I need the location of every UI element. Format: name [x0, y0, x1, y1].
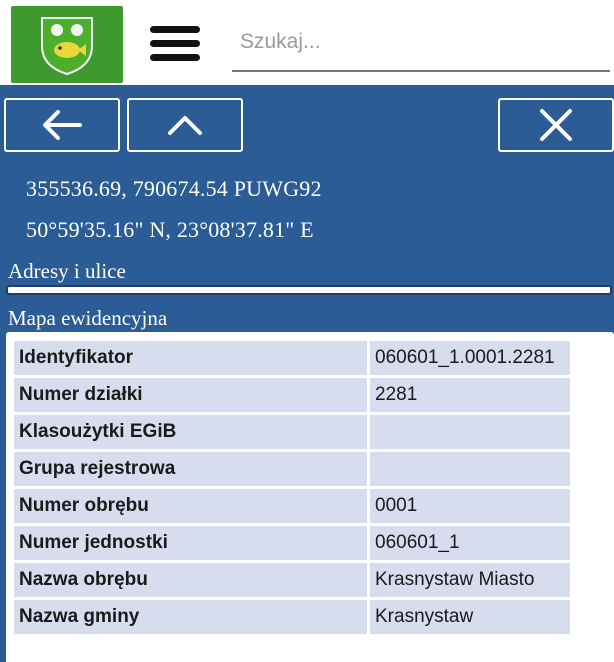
row-value — [370, 415, 570, 449]
row-label: Nazwa obrębu — [14, 563, 367, 597]
table-row: Numer działki 2281 — [14, 378, 570, 412]
table-row: Identyfikator 060601_1.0001.2281 — [14, 341, 570, 375]
row-value: 0001 — [370, 489, 570, 523]
arrow-left-icon — [43, 110, 82, 140]
row-label: Identyfikator — [14, 341, 367, 375]
row-value — [370, 452, 570, 486]
back-button[interactable] — [4, 98, 120, 152]
row-label: Numer jednostki — [14, 526, 367, 560]
addresses-panel — [6, 285, 612, 295]
row-value: 2281 — [370, 378, 570, 412]
top-bar — [0, 0, 614, 88]
row-label: Klasoużytki EGiB — [14, 415, 367, 449]
table-row: Numer obrębu 0001 — [14, 489, 570, 523]
row-value: Krasnystaw — [370, 600, 570, 634]
row-value: 060601_1 — [370, 526, 570, 560]
row-label: Grupa rejestrowa — [14, 452, 367, 486]
hamburger-icon[interactable] — [150, 26, 200, 62]
section-addresses[interactable]: Adresy i ulice — [8, 259, 126, 284]
table-row: Numer jednostki 060601_1 — [14, 526, 570, 560]
table-row: Grupa rejestrowa — [14, 452, 570, 486]
parcel-info-panel: Identyfikator 060601_1.0001.2281 Numer d… — [6, 332, 614, 662]
coordinates-puwg: 355536.69, 790674.54 PUWG92 — [26, 176, 322, 201]
row-label: Numer obrębu — [14, 489, 367, 523]
table-row: Klasoużytki EGiB — [14, 415, 570, 449]
row-value: 060601_1.0001.2281 — [370, 341, 570, 375]
close-icon — [540, 109, 572, 141]
table-row: Nazwa gminy Krasnystaw — [14, 600, 570, 634]
coordinates-geo: 50°59'35.16" N, 23°08'37.81" E — [26, 217, 314, 242]
row-label: Numer działki — [14, 378, 367, 412]
section-map[interactable]: Mapa ewidencyjna — [8, 306, 167, 331]
chevron-up-icon — [168, 116, 202, 135]
table-row: Nazwa obrębu Krasnystaw Miasto — [14, 563, 570, 597]
up-button[interactable] — [127, 98, 243, 152]
row-label: Nazwa gminy — [14, 600, 367, 634]
row-value: Krasnystaw Miasto — [370, 563, 570, 597]
search-input[interactable] — [232, 14, 610, 72]
close-button[interactable] — [498, 98, 614, 152]
coat-of-arms-icon[interactable] — [11, 6, 123, 83]
parcel-table: Identyfikator 060601_1.0001.2281 Numer d… — [11, 338, 573, 637]
